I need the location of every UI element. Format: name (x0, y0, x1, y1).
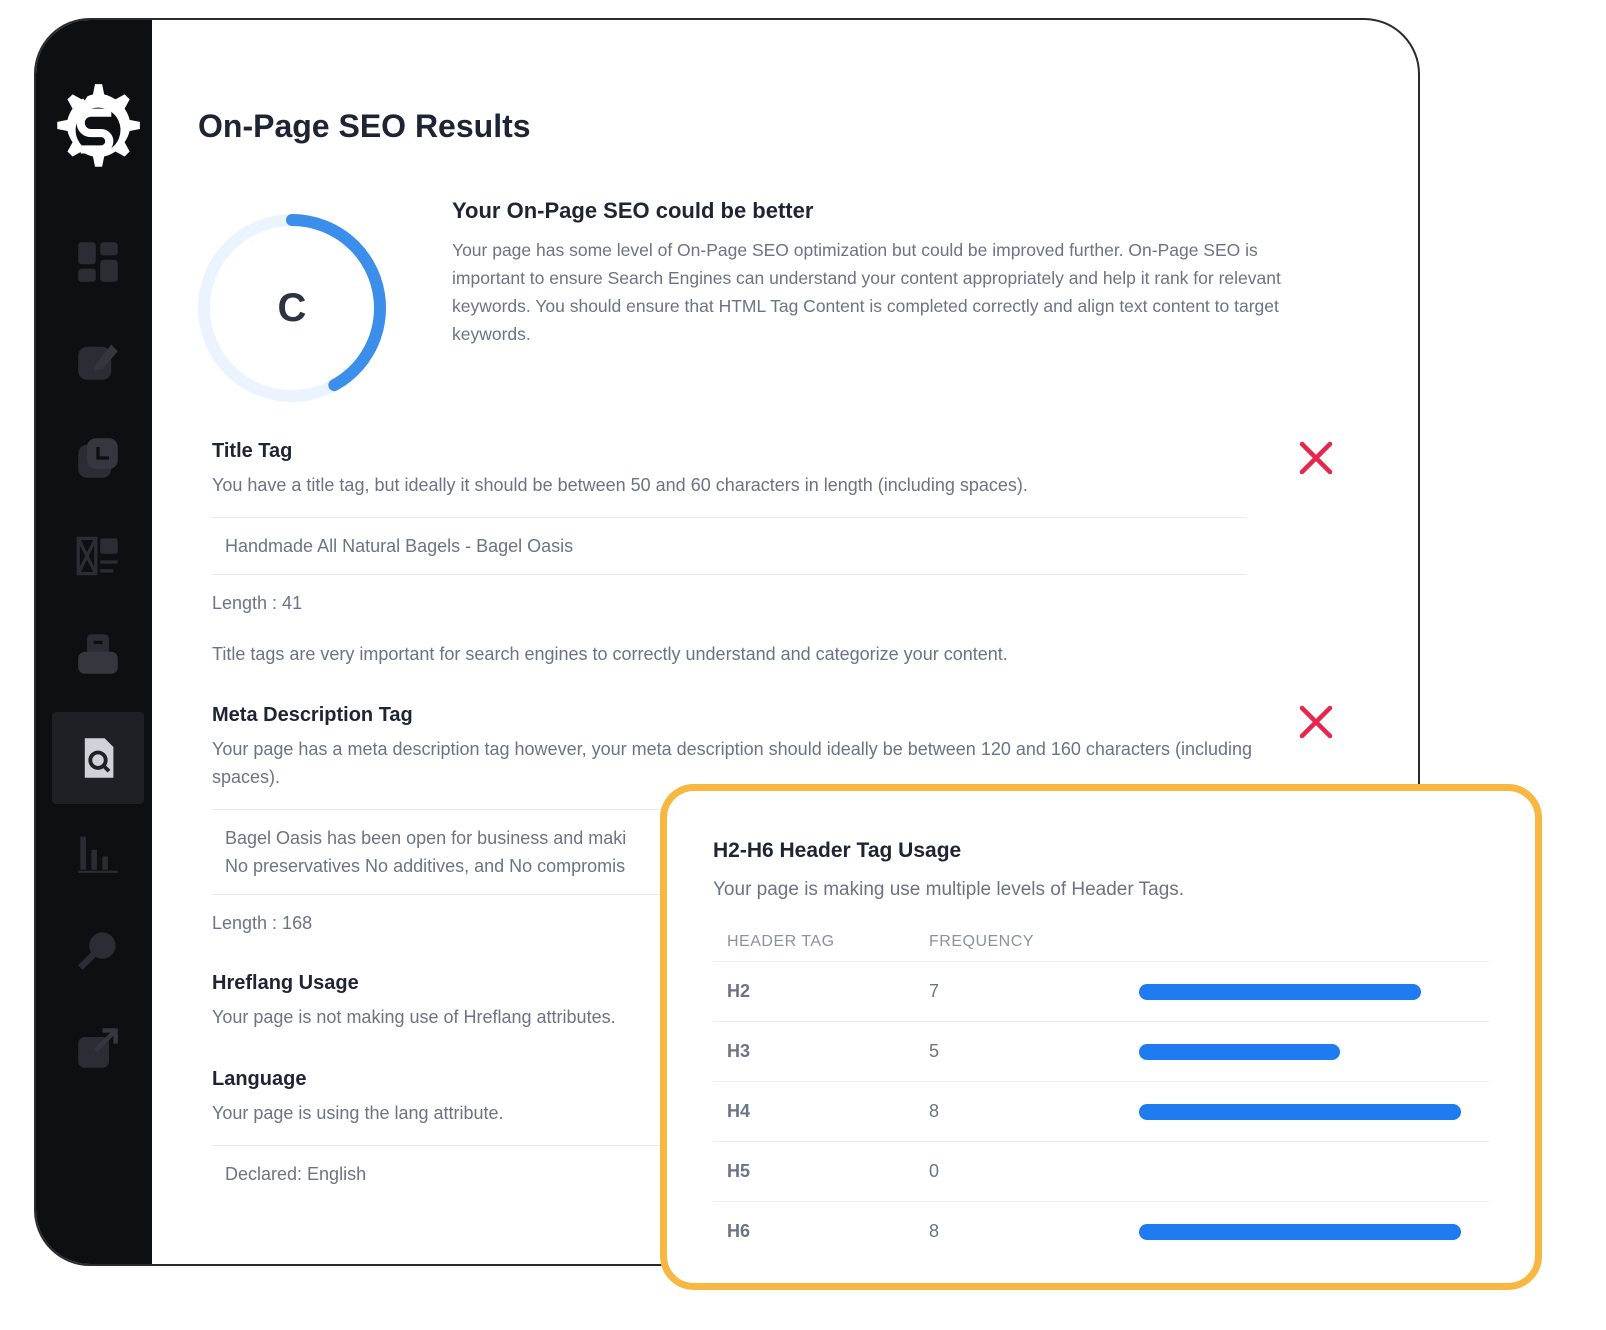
sidebar-item-keywords[interactable] (52, 904, 144, 996)
title-tag-note: Title tags are very important for search… (212, 644, 1008, 664)
frequency-bar (1139, 1103, 1461, 1120)
sidebar-item-layout[interactable] (52, 510, 144, 602)
header-tag-cell: H2 (727, 981, 751, 1001)
fail-x-icon (1299, 705, 1333, 739)
frequency-cell: 8 (929, 1221, 940, 1241)
header-tag-cell: H5 (727, 1161, 751, 1181)
sidebar-item-dashboard[interactable] (52, 216, 144, 308)
sidebar-item-reports[interactable] (52, 412, 144, 504)
frequency-bar-cell (1139, 1043, 1489, 1060)
header-tag-usage-card: H2-H6 Header Tag Usage Your page is maki… (660, 784, 1542, 1290)
sidebar-item-inbox[interactable] (52, 608, 144, 700)
seo-search-icon (84, 738, 114, 778)
page-title: On-Page SEO Results (198, 108, 531, 144)
table-row: H2 7 (713, 962, 1489, 1022)
layout-icon (76, 536, 118, 576)
frequency-bar (1139, 983, 1421, 1000)
card-desc: Your page is making use multiple levels … (713, 879, 1185, 900)
sidebar-item-analytics[interactable] (52, 806, 144, 898)
score-grade: C (277, 285, 307, 330)
header-tag-cell: H4 (727, 1101, 751, 1121)
table-row: H4 8 (713, 1082, 1489, 1142)
summary-heading: Your On-Page SEO could be better (452, 198, 814, 223)
frequency-bar-cell (1139, 1103, 1489, 1120)
table-header: HEADER TAG FREQUENCY (713, 923, 1489, 962)
frequency-cell: 0 (929, 1161, 940, 1181)
col-header-frequency: FREQUENCY (929, 933, 1034, 950)
bar-chart-icon (78, 836, 118, 873)
dashboard-icon (78, 242, 118, 282)
col-header-tag: HEADER TAG (727, 933, 835, 950)
frequency-bar-cell (1139, 1223, 1489, 1240)
logo-icon (44, 78, 146, 180)
inbox-icon (78, 634, 118, 674)
sidebar-item-export[interactable] (52, 1002, 144, 1094)
title-tag-length: Length : 41 (212, 593, 303, 613)
table-row: H3 5 (713, 1022, 1489, 1082)
check-desc: You have a title tag, but ideally it sho… (212, 475, 1028, 495)
frequency-bar-cell (1139, 983, 1489, 1000)
sidebar-item-editor[interactable] (52, 314, 144, 406)
frequency-bar (1139, 1043, 1341, 1060)
frequency-cell: 7 (929, 981, 940, 1001)
title-tag-value: Handmade All Natural Bagels - Bagel Oasi… (212, 517, 1246, 575)
sidebar-item-seo[interactable] (52, 712, 144, 804)
summary-text: Your page has some level of On-Page SEO … (452, 240, 1281, 344)
fail-x-icon (1299, 441, 1333, 475)
header-tag-cell: H3 (727, 1041, 751, 1061)
external-link-icon (78, 1028, 118, 1068)
check-heading: Meta Description Tag (212, 704, 413, 726)
edit-icon (78, 344, 118, 380)
table-row: H5 0 (713, 1142, 1489, 1202)
header-tag-cell: H6 (727, 1221, 751, 1241)
frequency-bar-cell (1139, 1164, 1489, 1180)
frequency-cell: 8 (929, 1101, 940, 1121)
check-heading: Title Tag (212, 440, 293, 462)
card-heading: H2-H6 Header Tag Usage (713, 839, 962, 862)
table-row: H6 8 (713, 1202, 1489, 1261)
summary: Your On-Page SEO could be better Your pa… (452, 198, 1332, 348)
check-desc: Your page has a meta description tag how… (212, 739, 1252, 787)
header-tag-table: HEADER TAG FREQUENCY H2 7 H3 5 H4 8 H5 0 H6 8 (713, 923, 1489, 1261)
check-title-tag: Title Tag You have a title tag, but idea… (212, 440, 1312, 665)
frequency-cell: 5 (929, 1041, 940, 1061)
sidebar (36, 20, 152, 1264)
frequency-bar (1139, 1223, 1461, 1240)
key-icon (78, 932, 116, 970)
report-icon (78, 438, 118, 478)
